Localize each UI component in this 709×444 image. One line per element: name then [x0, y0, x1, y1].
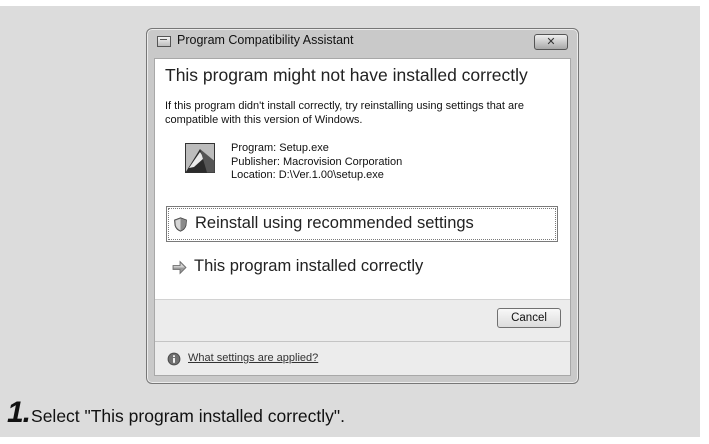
step-number: 1.	[7, 396, 31, 429]
program-details: Program: Setup.exe Publisher: Macrovisio…	[231, 142, 402, 183]
installed-correctly-label: This program installed correctly	[194, 257, 424, 275]
dialog-content: This program might not have installed co…	[154, 58, 571, 376]
installed-correctly-option[interactable]: This program installed correctly	[166, 250, 558, 286]
window-icon	[157, 36, 171, 47]
setup-program-icon	[185, 143, 215, 173]
window-title: Program Compatibility Assistant	[177, 33, 354, 47]
close-button[interactable]: ✕	[534, 34, 568, 50]
reinstall-option-label: Reinstall using recommended settings	[195, 214, 474, 232]
settings-applied-link[interactable]: What settings are applied?	[188, 352, 318, 364]
reinstall-recommended-option[interactable]: Reinstall using recommended settings	[166, 206, 558, 242]
step-text: Select "This program installed correctly…	[31, 406, 345, 426]
info-icon	[167, 352, 181, 366]
instruction-step: 1.Select "This program installed correct…	[7, 396, 345, 430]
title-bar: Program Compatibility Assistant ✕	[147, 29, 578, 54]
program-compatibility-dialog: Program Compatibility Assistant ✕ This p…	[146, 28, 579, 384]
close-icon: ✕	[546, 35, 556, 48]
button-area: Cancel	[155, 299, 570, 341]
dialog-footer: What settings are applied?	[155, 341, 570, 375]
program-location: Location: D:\Ver.1.00\setup.exe	[231, 169, 384, 181]
program-name: Program: Setup.exe	[231, 142, 329, 154]
dialog-heading: This program might not have installed co…	[165, 65, 528, 85]
shield-icon	[174, 217, 187, 232]
screenshot-frame: Program Compatibility Assistant ✕ This p…	[0, 6, 700, 437]
dialog-description: If this program didn't install correctly…	[165, 100, 524, 126]
program-publisher: Publisher: Macrovision Corporation	[231, 155, 403, 168]
cancel-button[interactable]: Cancel	[497, 308, 561, 328]
arrow-icon	[172, 260, 187, 275]
